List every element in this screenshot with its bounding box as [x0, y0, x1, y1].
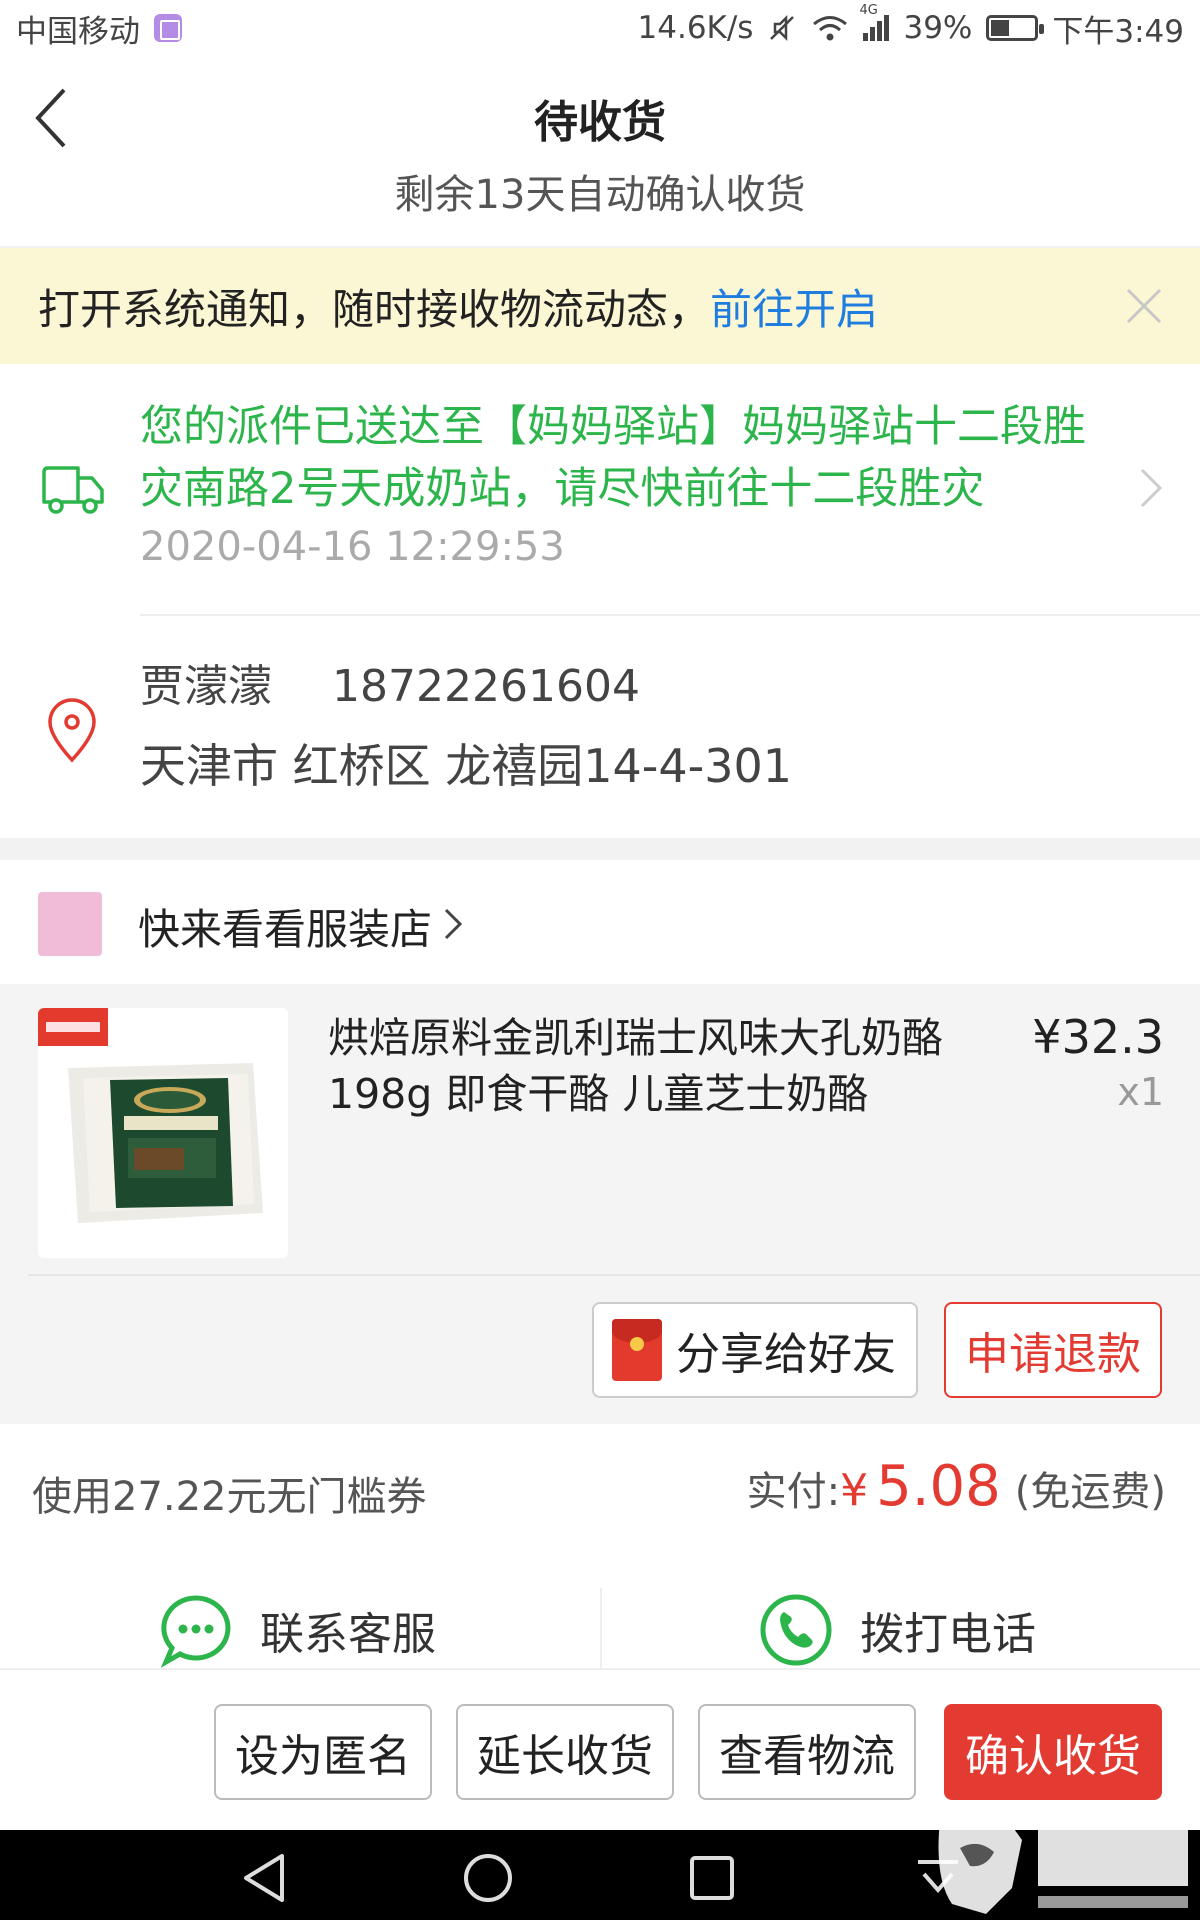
coupon-used: 使用27.22元无门槛券 [32, 1474, 427, 1520]
shop-row[interactable]: 快来看看服装店 [0, 860, 1200, 984]
shipping-address: 贾濛濛 18722261604 天津市 红桥区 龙禧园14-4-301 [0, 614, 1200, 838]
product-price: ¥32.3 [1032, 1010, 1164, 1064]
gallery-notification-icon [154, 14, 182, 42]
view-logistics-button[interactable]: 查看物流 [698, 1704, 916, 1800]
red-packet-icon [612, 1319, 662, 1381]
shop-name: 快来看看服装店 [138, 905, 433, 954]
close-icon[interactable] [1124, 286, 1164, 326]
page-title: 待收货 [534, 97, 666, 148]
page-header: 待收货 剩余13天自动确认收货 [0, 56, 1200, 246]
mute-icon [770, 14, 795, 42]
notice-text: 打开系统通知，随时接收物流动态， [38, 284, 711, 334]
location-pin-icon [48, 698, 96, 763]
pay-label: 实付: [746, 1469, 841, 1515]
order-item: 烘焙原料金凯利瑞士风味大孔奶酪198g 即食干酪 儿童芝士奶酪 ¥32.3 x1… [0, 984, 1200, 1424]
chevron-right-icon [1140, 468, 1163, 508]
watermark-logo [938, 1812, 1188, 1914]
bottom-action-bar: 设为匿名 延长收货 查看物流 确认收货 [0, 1668, 1200, 1830]
set-anonymous-button[interactable]: 设为匿名 [214, 1704, 432, 1800]
battery-percent: 39% [903, 10, 973, 46]
network-speed: 14.6K/s [637, 10, 754, 46]
share-to-friend-button[interactable]: 分享给好友 [592, 1302, 918, 1398]
clock: 下午3:49 [1052, 13, 1184, 50]
divider [28, 1274, 1200, 1276]
pay-amount: 5.08 [876, 1454, 1001, 1519]
order-summary: 使用27.22元无门槛券 实付: ¥ 5.08 (免运费) 联系客服 拨打电话 [0, 1424, 1200, 1668]
currency-symbol: ¥ [840, 1465, 869, 1516]
status-bar: 中国移动 14.6K/s 4G 39% 下午3:49 [0, 0, 1200, 56]
battery-icon [986, 15, 1045, 41]
divider [600, 1588, 602, 1668]
chevron-right-icon [444, 908, 463, 940]
nav-home-icon[interactable] [460, 1850, 516, 1906]
notification-banner: 打开系统通知，随时接收物流动态， 前往开启 [0, 248, 1200, 364]
nav-recents-icon[interactable] [684, 1850, 740, 1906]
shop-logo [38, 892, 102, 956]
network-type: 4G [859, 3, 878, 18]
call-phone-label: 拨打电话 [860, 1609, 1036, 1660]
contact-service-button[interactable]: 联系客服 [158, 1592, 436, 1668]
call-phone-button[interactable]: 拨打电话 [758, 1592, 1036, 1668]
phone-icon [760, 1594, 832, 1666]
wifi-icon [813, 16, 848, 41]
logistics-status[interactable]: 您的派件已送达至【妈妈驿站】妈妈驿站十二段胜灾南路2号天成奶站，请尽快前往十二段… [0, 364, 1200, 614]
product-quantity: x1 [1117, 1070, 1164, 1114]
extend-receipt-button[interactable]: 延长收货 [456, 1704, 674, 1800]
auto-confirm-countdown: 剩余13天自动确认收货 [394, 172, 806, 218]
address-detail: 天津市 红桥区 龙禧园14-4-301 [140, 739, 793, 793]
request-refund-button[interactable]: 申请退款 [944, 1302, 1162, 1398]
recipient-name: 贾濛濛 [140, 661, 272, 712]
carrier-label: 中国移动 [16, 13, 140, 50]
logistics-time: 2020-04-16 12:29:53 [140, 524, 565, 570]
signal-icon: 4G [859, 3, 890, 41]
product-image[interactable] [38, 1008, 288, 1258]
enable-notification-link[interactable]: 前往开启 [710, 276, 878, 337]
divider [140, 614, 1200, 616]
chat-bubble-icon [160, 1595, 231, 1668]
confirm-receipt-button[interactable]: 确认收货 [944, 1704, 1162, 1800]
share-label: 分享给好友 [676, 1329, 896, 1380]
contact-service-label: 联系客服 [260, 1609, 436, 1660]
nav-back-icon[interactable] [238, 1850, 294, 1906]
truck-icon [42, 466, 104, 514]
shipping-note: (免运费) [1014, 1469, 1166, 1515]
logistics-message: 您的派件已送达至【妈妈驿站】妈妈驿站十二段胜灾南路2号天成奶站，请尽快前往十二段… [140, 402, 1086, 514]
amount-paid: 实付: ¥ 5.08 (免运费) [747, 1454, 1166, 1519]
product-name[interactable]: 烘焙原料金凯利瑞士风味大孔奶酪198g 即食干酪 儿童芝士奶酪 [328, 1010, 968, 1122]
recipient-phone: 18722261604 [332, 661, 640, 712]
